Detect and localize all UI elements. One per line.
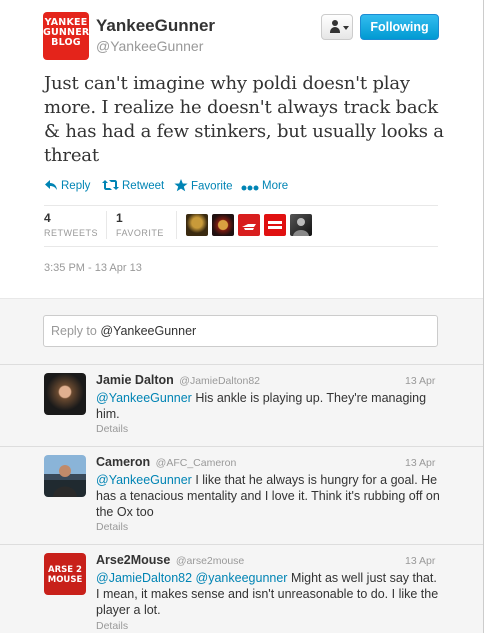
reply-arrow-icon bbox=[44, 179, 58, 193]
reply-handle: @YankeeGunner bbox=[100, 324, 197, 338]
retweeter-avatar[interactable] bbox=[212, 214, 234, 236]
reply-author-screen-name: @arse2mouse bbox=[175, 555, 245, 567]
reply-text: @YankeeGunner I like that he always is h… bbox=[96, 472, 441, 520]
user-avatar[interactable]: YANKEE GUNNER BLOG bbox=[43, 12, 89, 60]
reply-author-name: Cameron bbox=[96, 455, 151, 469]
stat-separator bbox=[106, 211, 107, 239]
reply-details-link[interactable]: Details bbox=[96, 521, 128, 533]
original-tweet: YANKEE GUNNER BLOG YankeeGunner @YankeeG… bbox=[0, 0, 483, 298]
following-button[interactable]: Following bbox=[360, 14, 439, 40]
retweet-icon bbox=[102, 179, 119, 193]
favorite-label: Favorite bbox=[191, 180, 233, 193]
reply-author[interactable]: Jamie Dalton @JamieDalton82 bbox=[96, 373, 260, 387]
reply-date[interactable]: 13 Apr bbox=[405, 375, 435, 387]
reply-label: Reply bbox=[61, 180, 91, 193]
avatar-text-line: BLOG bbox=[51, 37, 81, 48]
retweets-label: RETWEETS bbox=[44, 228, 99, 238]
caret-down-icon bbox=[343, 26, 349, 30]
reply-mention[interactable]: @JamieDalton82 @yankeegunner bbox=[96, 571, 287, 585]
user-fullname[interactable]: YankeeGunner bbox=[96, 16, 215, 36]
reply-avatar[interactable]: ARSE 2 MOUSE bbox=[44, 553, 86, 595]
stat-separator bbox=[176, 211, 177, 239]
divider bbox=[44, 205, 438, 206]
reply-mention[interactable]: @YankeeGunner bbox=[96, 473, 192, 487]
divider bbox=[44, 246, 438, 247]
favorite-action[interactable]: Favorite bbox=[174, 179, 233, 194]
reply-tweet[interactable]: Jamie Dalton @JamieDalton82 13 Apr @Yank… bbox=[0, 364, 483, 446]
reply-author-screen-name: @AFC_Cameron bbox=[155, 457, 237, 469]
reply-input[interactable]: Reply to @YankeeGunner bbox=[43, 315, 438, 347]
retweet-action[interactable]: Retweet bbox=[102, 179, 164, 193]
favorites-count: 1 bbox=[116, 211, 123, 225]
retweeter-avatar[interactable] bbox=[264, 214, 286, 236]
reply-text: @JamieDalton82 @yankeegunner Might as we… bbox=[96, 570, 441, 618]
reply-author[interactable]: Arse2Mouse @arse2mouse bbox=[96, 553, 244, 567]
retweeter-avatar[interactable] bbox=[186, 214, 208, 236]
favorites-label: FAVORITE bbox=[116, 228, 164, 238]
more-label: More bbox=[262, 180, 289, 193]
tweet-permalink-card: YANKEE GUNNER BLOG YankeeGunner @YankeeG… bbox=[0, 0, 484, 633]
tweet-timestamp[interactable]: 3:35 PM - 13 Apr 13 bbox=[44, 262, 142, 274]
reply-avatar[interactable] bbox=[44, 455, 86, 497]
reply-author-name: Arse2Mouse bbox=[96, 553, 171, 567]
more-action[interactable]: More bbox=[241, 179, 288, 193]
retweet-label: Retweet bbox=[122, 180, 165, 193]
reply-author-screen-name: @JamieDalton82 bbox=[179, 375, 260, 387]
reply-area: Reply to @YankeeGunner bbox=[0, 298, 483, 364]
reply-tweet[interactable]: Cameron @AFC_Cameron 13 Apr @YankeeGunne… bbox=[0, 446, 483, 544]
tweet-text: Just can't imagine why poldi doesn't pla… bbox=[44, 73, 444, 166]
user-screen-name[interactable]: @YankeeGunner bbox=[96, 38, 203, 54]
reply-details-link[interactable]: Details bbox=[96, 423, 128, 435]
retweeter-avatar[interactable] bbox=[238, 214, 260, 236]
reply-text: @YankeeGunner His ankle is playing up. T… bbox=[96, 390, 441, 422]
reply-tweet[interactable]: ARSE 2 MOUSE Arse2Mouse @arse2mouse 13 A… bbox=[0, 544, 483, 633]
reply-date[interactable]: 13 Apr bbox=[405, 457, 435, 469]
reply-mention[interactable]: @YankeeGunner bbox=[96, 391, 192, 405]
favorites-stat[interactable]: 1 FAVORITE bbox=[116, 211, 164, 238]
avatar-text-line: ARSE 2 bbox=[48, 565, 82, 575]
reply-author-name: Jamie Dalton bbox=[96, 373, 174, 387]
reply-prefix: Reply to bbox=[51, 324, 101, 338]
star-icon bbox=[174, 179, 188, 194]
avatar-text-line: MOUSE bbox=[47, 575, 83, 585]
more-dots-icon bbox=[241, 179, 259, 193]
retweets-count: 4 bbox=[44, 211, 51, 225]
user-actions-dropdown[interactable] bbox=[321, 14, 353, 40]
retweeter-avatar[interactable] bbox=[290, 214, 312, 236]
reply-details-link[interactable]: Details bbox=[96, 620, 128, 632]
retweets-stat[interactable]: 4 RETWEETS bbox=[44, 211, 98, 238]
reply-action[interactable]: Reply bbox=[44, 179, 90, 193]
reply-date[interactable]: 13 Apr bbox=[405, 555, 435, 567]
reply-avatar[interactable] bbox=[44, 373, 86, 415]
reply-author[interactable]: Cameron @AFC_Cameron bbox=[96, 455, 236, 469]
person-icon bbox=[330, 20, 340, 34]
